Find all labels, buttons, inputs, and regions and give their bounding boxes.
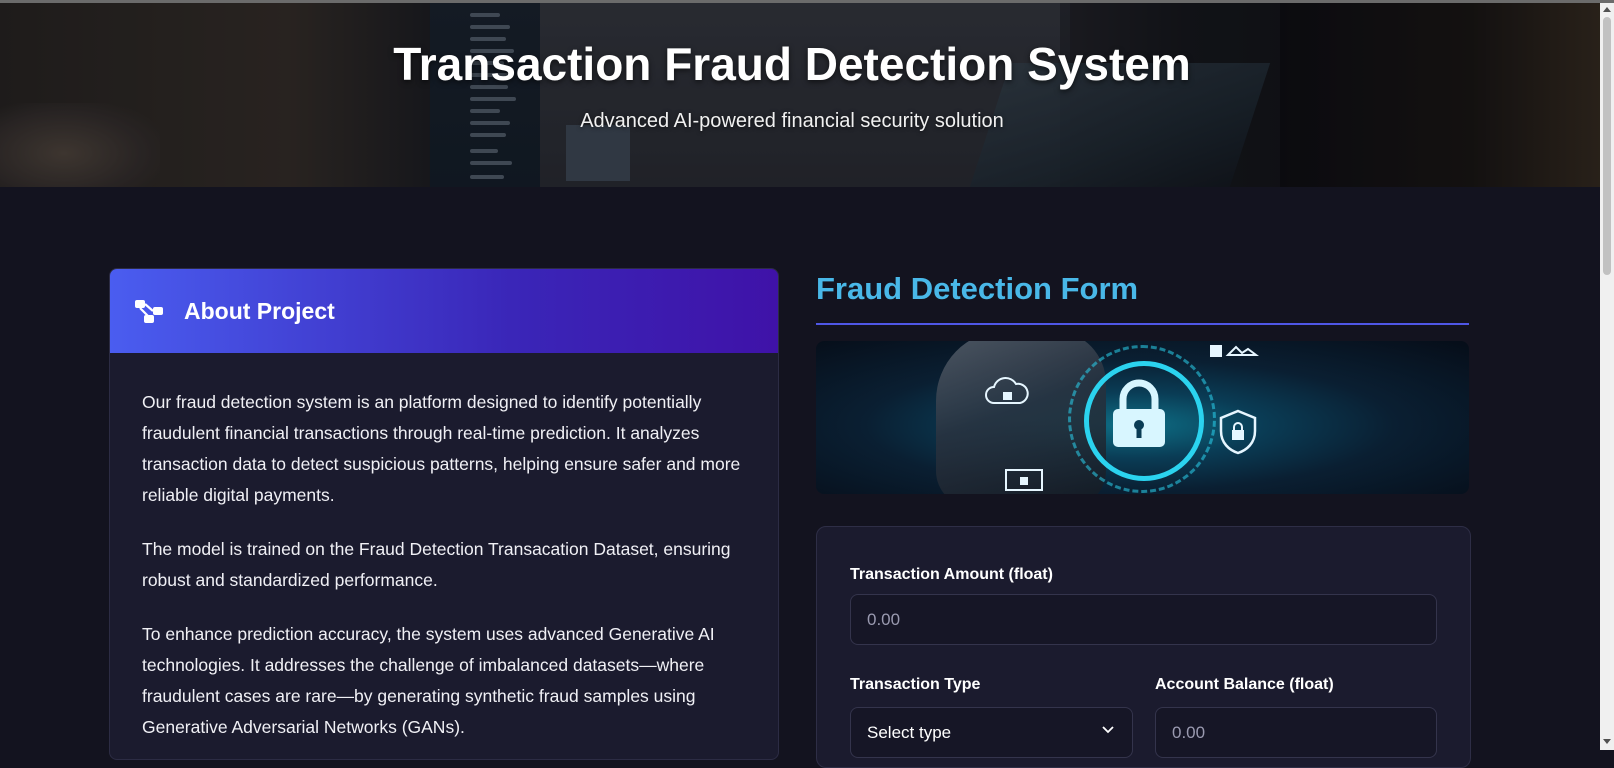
- form-title: Fraud Detection Form: [816, 271, 1139, 306]
- transaction-amount-label: Transaction Amount (float): [850, 566, 1053, 583]
- about-project-body: Our fraud detection system is an platfor…: [110, 353, 778, 743]
- account-balance-input[interactable]: 0.00: [1155, 707, 1437, 758]
- chevron-down-icon: [1102, 726, 1114, 734]
- sitemap-icon: [134, 297, 166, 325]
- fraud-detection-form: Transaction Amount (float) 0.00 Transact…: [816, 526, 1471, 768]
- transaction-type-label: Transaction Type: [850, 676, 981, 693]
- security-banner-image: [816, 341, 1469, 494]
- scroll-down-arrow-icon[interactable]: [1603, 739, 1611, 744]
- scroll-up-arrow-icon[interactable]: [1603, 7, 1611, 12]
- transaction-amount-input[interactable]: 0.00: [850, 594, 1437, 645]
- about-project-card: About Project Our fraud detection system…: [109, 268, 779, 760]
- hero-overlay: [0, 3, 1600, 187]
- about-paragraph-2: The model is trained on the Fraud Detect…: [142, 539, 731, 590]
- scrollbar-thumb[interactable]: [1603, 17, 1611, 275]
- transaction-type-select[interactable]: Select type: [850, 707, 1133, 758]
- form-title-divider: [816, 323, 1469, 325]
- account-balance-label: Account Balance (float): [1155, 676, 1334, 693]
- hero-banner: Transaction Fraud Detection System Advan…: [0, 3, 1600, 187]
- padlock-icon: [1113, 379, 1165, 447]
- about-project-header: About Project: [110, 269, 778, 353]
- page-subtitle: Advanced AI-powered financial security s…: [580, 110, 1004, 132]
- cloud-lock-icon: [985, 377, 1029, 404]
- page-title: Transaction Fraud Detection System: [393, 38, 1191, 90]
- page-scrollbar[interactable]: [1600, 3, 1614, 750]
- about-paragraph-1: Our fraud detection system is an platfor…: [142, 392, 741, 505]
- transaction-type-selected: Select type: [867, 722, 952, 742]
- image-lock-icon: [1210, 345, 1259, 357]
- about-paragraph-3: To enhance prediction accuracy, the syst…: [142, 624, 715, 737]
- monitor-lock-icon: [1005, 469, 1043, 491]
- about-project-title: About Project: [184, 297, 335, 324]
- shield-lock-icon: [1219, 409, 1257, 455]
